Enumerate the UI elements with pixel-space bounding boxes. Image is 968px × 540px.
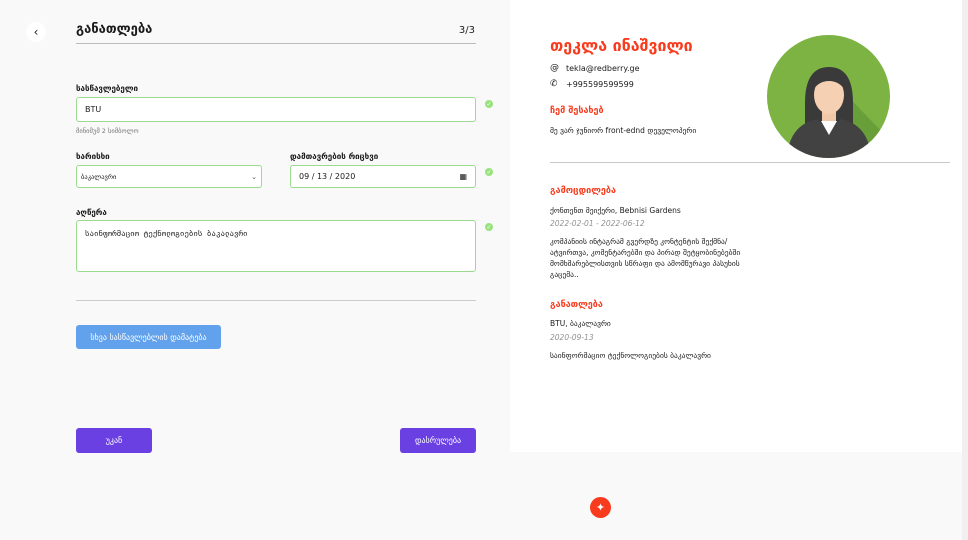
chevron-down-icon: ⌄ <box>251 172 257 181</box>
header-divider <box>76 43 476 44</box>
back-button[interactable]: უკან <box>76 428 152 453</box>
section-divider <box>76 300 476 301</box>
resume-email-row: @ tekla@redberry.ge <box>550 63 640 73</box>
resume-email: tekla@redberry.ge <box>566 63 640 73</box>
degree-select[interactable]: ბაკალავრი ⌄ <box>76 165 262 188</box>
institution-hint: მინიმუმ 2 სიმბოლო <box>76 127 139 135</box>
step-counter: 3/3 <box>458 25 475 36</box>
education-date: 2020-09-13 <box>550 333 594 342</box>
due-date-value: 09 / 13 / 2020 <box>299 172 356 181</box>
institution-input[interactable]: BTU <box>76 97 476 122</box>
about-title: ჩემ შესახებ <box>550 106 604 116</box>
add-institution-button[interactable]: სხვა სასწავლებლის დამატება <box>76 325 221 349</box>
resume-phone-row: ✆ +995599599599 <box>550 79 634 89</box>
resume-phone: +995599599599 <box>566 79 634 89</box>
about-text: მე ვარ ჯუნიორ front-ednd დეველოპერი <box>550 126 697 135</box>
resume-name: თეკლა ინაშვილი <box>550 36 693 55</box>
description-value: საინფორმაციო ტექნოლოგიების ბაკალავრი <box>85 229 248 238</box>
experience-title: გამოცდილება <box>550 186 616 196</box>
avatar-illustration <box>787 67 890 158</box>
resume-divider <box>550 162 950 163</box>
phone-icon: ✆ <box>550 79 558 89</box>
chevron-left-icon: ‹ <box>33 25 39 39</box>
education-school: BTU, ბაკალავრი <box>550 319 611 328</box>
form-panel: ‹ განათლება 3/3 სასწავლებელი BTU ✓ მინიმ… <box>0 0 510 540</box>
institution-value: BTU <box>85 105 102 114</box>
experience-position: ქონთენთ მეიქერი, Bebnisi Gardens <box>550 206 681 215</box>
back-arrow-button[interactable]: ‹ <box>26 22 46 42</box>
description-textarea[interactable]: საინფორმაციო ტექნოლოგიების ბაკალავრი <box>76 220 476 272</box>
resume-preview: თეკლა ინაშვილი @ tekla@redberry.ge ✆ +99… <box>510 0 962 452</box>
degree-label: ხარისხი <box>76 152 110 161</box>
description-label: აღწერა <box>76 208 107 217</box>
institution-label: სასწავლებელი <box>76 84 138 93</box>
experience-dates: 2022-02-01 - 2022-06-12 <box>550 219 645 228</box>
scrollbar[interactable] <box>962 0 968 540</box>
brand-logo-icon: ✦ <box>590 497 611 518</box>
education-title: განათლება <box>550 300 603 310</box>
avatar <box>767 35 890 158</box>
calendar-icon[interactable]: ▦ <box>459 172 467 181</box>
at-icon: @ <box>550 63 559 73</box>
degree-value: ბაკალავრი <box>81 172 117 181</box>
institution-valid-icon: ✓ <box>485 100 493 108</box>
due-date-input[interactable]: 09 / 13 / 2020 ▦ <box>290 165 476 188</box>
due-date-label: დამთავრების რიცხვი <box>290 152 379 161</box>
description-valid-icon: ✓ <box>485 223 493 231</box>
finish-button[interactable]: დასრულება <box>400 428 476 453</box>
education-description: საინფორმაციო ტექნოლოგიების ბაკალავრი <box>550 351 711 360</box>
page-title: განათლება <box>76 22 153 37</box>
experience-description: კომპანიის ინტაგრამ გვერდზე კონტენტის შექ… <box>550 237 741 279</box>
due-date-valid-icon: ✓ <box>485 168 493 176</box>
